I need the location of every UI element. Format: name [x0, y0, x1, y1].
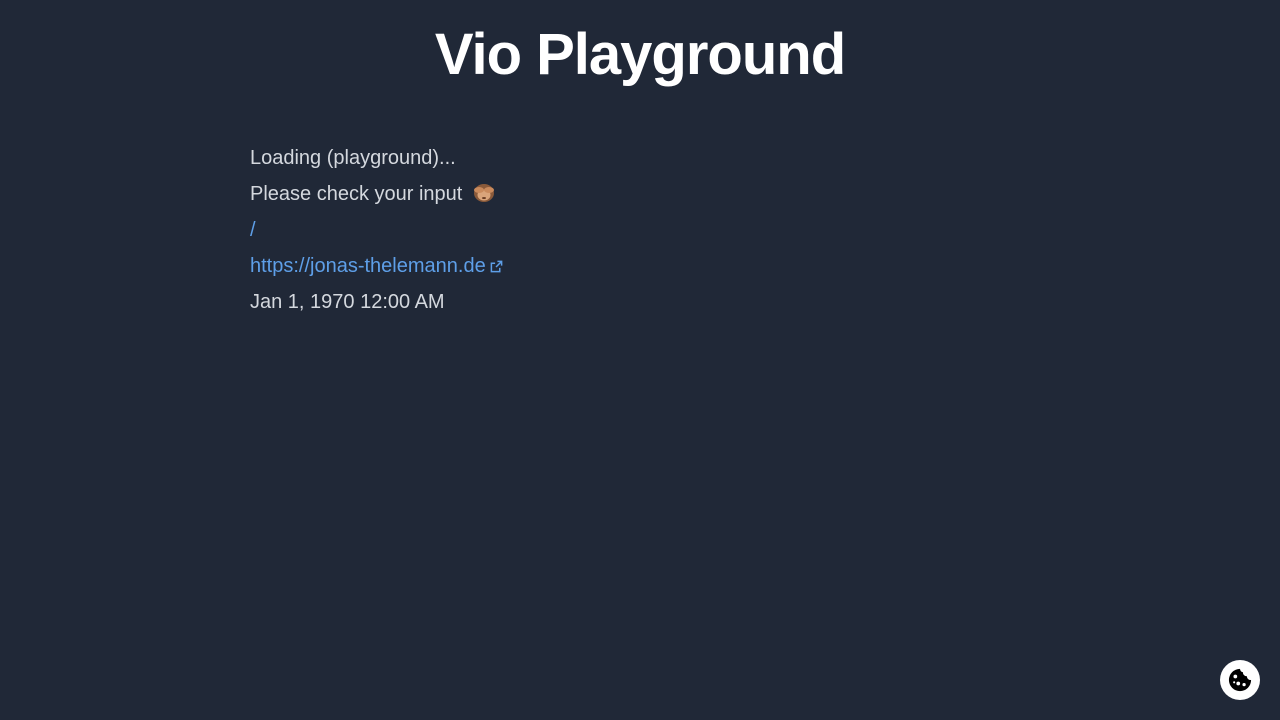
main-content: Loading (playground)... Please check you…: [250, 140, 1030, 320]
cookie-icon: [1228, 668, 1252, 692]
see-no-evil-monkey-icon: [472, 180, 496, 204]
author-link[interactable]: https://jonas-thelemann.de: [250, 255, 503, 277]
page-title: Vio Playground: [434, 22, 846, 87]
input-message: Please check your input: [250, 183, 463, 205]
cookie-settings-button[interactable]: [1220, 660, 1260, 700]
root-link-row: /: [250, 212, 1030, 248]
root-link[interactable]: /: [250, 219, 256, 241]
input-message-row: Please check your input: [250, 176, 1030, 212]
loading-text: Loading (playground)...: [250, 147, 456, 169]
timestamp: Jan 1, 1970 12:00 AM: [250, 291, 445, 313]
author-link-text: https://jonas-thelemann.de: [250, 255, 486, 277]
external-link-icon: [490, 260, 503, 273]
author-link-row: https://jonas-thelemann.de: [250, 248, 1030, 284]
